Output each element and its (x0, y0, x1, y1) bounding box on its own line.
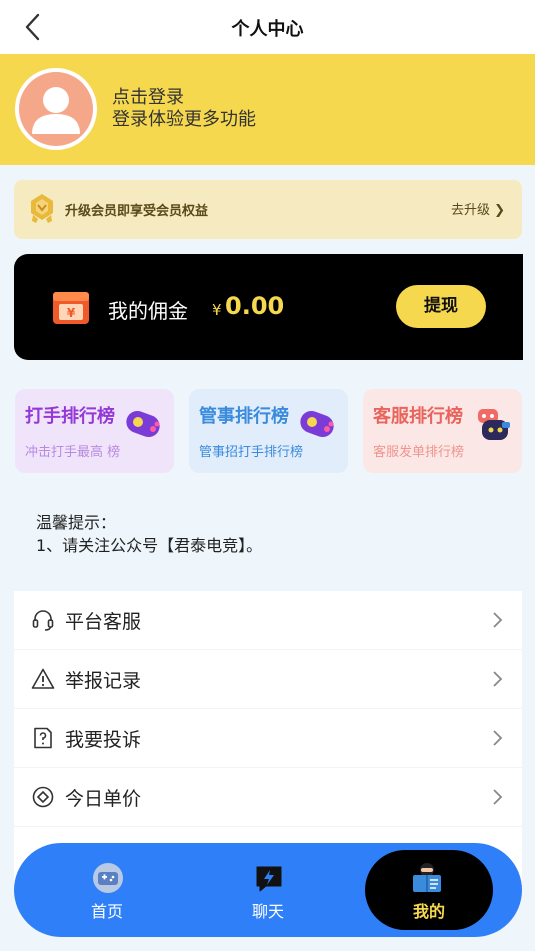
avatar[interactable] (15, 68, 97, 150)
svg-text:¥: ¥ (67, 306, 76, 320)
game-console-icon (93, 863, 123, 893)
menu-item-complaint[interactable]: 我要投诉 (14, 709, 522, 767)
menu-item-daily-price[interactable]: 今日单价 (14, 768, 522, 826)
profile-banner[interactable]: 点击登录 登录体验更多功能 (0, 54, 535, 165)
menu-label: 今日单价 (65, 788, 142, 810)
upgrade-label: 去升级 (450, 203, 490, 218)
chat-bolt-icon (256, 866, 282, 892)
top-nav: 个人中心 (0, 0, 535, 54)
menu-item-report-records[interactable]: 举报记录 (14, 650, 522, 708)
robot-icon (478, 409, 510, 440)
rank-subtitle: 管事招打手排行榜 (199, 445, 304, 460)
wallet-icon: ¥ (53, 292, 89, 324)
chevron-right-icon: ❯ (494, 203, 505, 218)
menu-label: 平台客服 (65, 611, 142, 633)
notice-text: 温馨提示： 1、请关注公众号【君泰电竞】。 (36, 511, 262, 557)
commission-card: ¥ 我的佣金 ¥ 0.00 提现 (14, 254, 523, 360)
gamepad-icon (300, 410, 334, 438)
price-icon (32, 786, 54, 808)
login-link[interactable]: 点击登录 (112, 87, 184, 109)
tab-label: 我的 (412, 902, 445, 921)
withdraw-button[interactable]: 提现 (396, 285, 486, 328)
chevron-right-icon (493, 612, 503, 628)
menu-label: 举报记录 (65, 670, 142, 692)
vip-upgrade-banner[interactable]: 升级会员即享受会员权益 去升级 ❯ (14, 180, 522, 239)
hitter-ranking-card[interactable]: 打手排行榜 冲击打手最高 榜 (15, 389, 174, 473)
tab-label: 首页 (90, 902, 123, 921)
gamepad-icon (126, 410, 160, 438)
reader-icon (413, 863, 441, 892)
notice-title: 温馨提示： (36, 513, 117, 532)
rank-title: 打手排行榜 (25, 406, 115, 427)
commission-amount: 0.00 (225, 292, 285, 320)
upgrade-link[interactable]: 去升级 ❯ (451, 199, 505, 218)
bottom-tab-bar: 首页 聊天 我的 (14, 843, 522, 937)
vip-text: 升级会员即享受会员权益 (65, 204, 209, 219)
tab-mine[interactable]: 我的 (365, 843, 493, 937)
chevron-right-icon (493, 730, 503, 746)
service-ranking-card[interactable]: 客服排行榜 客服发单排行榜 (363, 389, 522, 473)
rank-subtitle: 冲击打手最高 榜 (25, 445, 121, 460)
rank-subtitle: 客服发单排行榜 (373, 445, 465, 460)
currency-symbol: ¥ (212, 301, 222, 319)
tab-label: 聊天 (251, 902, 284, 921)
vip-badge-icon (31, 194, 53, 223)
complaint-icon (34, 727, 52, 749)
rank-title: 管事排行榜 (199, 406, 289, 427)
rank-title: 客服排行榜 (373, 406, 463, 427)
tab-home[interactable]: 首页 (32, 843, 182, 937)
login-subtitle: 登录体验更多功能 (112, 109, 256, 130)
page-title: 个人中心 (231, 19, 304, 40)
chevron-right-icon (493, 671, 503, 687)
menu-label: 我要投诉 (65, 729, 142, 751)
warning-icon (31, 668, 55, 689)
manager-ranking-card[interactable]: 管事排行榜 管事招打手排行榜 (189, 389, 348, 473)
commission-label: 我的佣金 (108, 299, 188, 323)
menu-item-customer-service[interactable]: 平台客服 (14, 591, 522, 649)
notice-line: 1、请关注公众号【君泰电竞】。 (36, 536, 263, 555)
tab-chat[interactable]: 聊天 (193, 843, 343, 937)
headset-icon (32, 610, 54, 631)
chevron-right-icon (493, 789, 503, 805)
user-avatar-icon (32, 87, 80, 134)
